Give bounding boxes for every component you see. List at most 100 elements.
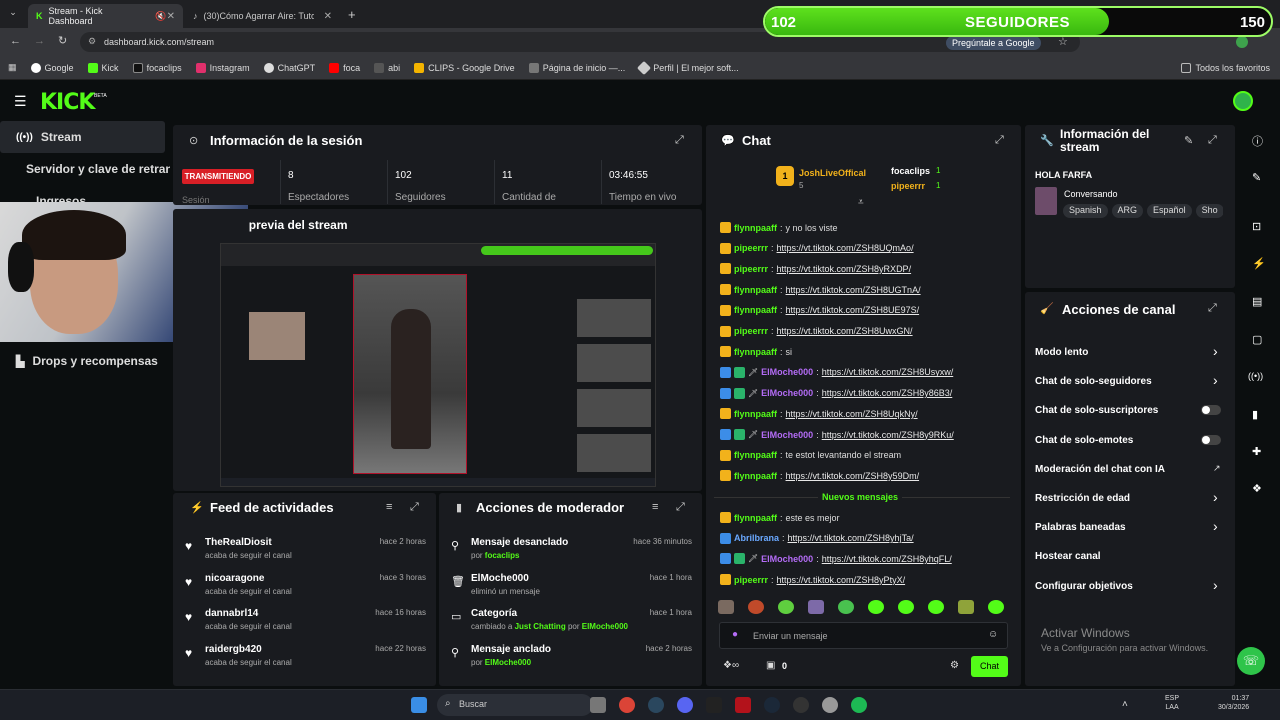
emoji-icon[interactable]: ☺	[988, 629, 998, 640]
back-icon[interactable]: ←	[10, 35, 21, 47]
tag-chip[interactable]: Spanish	[1063, 204, 1108, 218]
bookmark-clips-drive[interactable]: CLIPS - Google Drive	[414, 62, 515, 73]
profile-avatar[interactable]	[1236, 36, 1248, 48]
user-avatar[interactable]	[1233, 91, 1253, 111]
bolt-tool-icon[interactable]: ⚡	[1252, 257, 1266, 270]
chat-username[interactable]: ElMoche000	[761, 388, 813, 398]
mute-icon[interactable]: 🔇	[155, 11, 166, 22]
app-icon[interactable]	[735, 697, 751, 713]
chat-link[interactable]: https://vt.tiktok.com/ZSH8yPtyX/	[777, 575, 906, 585]
new-tab-button[interactable]: +	[348, 7, 356, 22]
all-favorites[interactable]: Todos los favoritos	[1181, 62, 1270, 73]
chat-link[interactable]: https://vt.tiktok.com/ZSH8y59Dm/	[786, 471, 920, 481]
emote-icon[interactable]	[748, 600, 764, 614]
chat-username[interactable]: flynnpaaff	[734, 409, 777, 419]
file-explorer-icon[interactable]	[590, 697, 606, 713]
obs-icon[interactable]	[793, 697, 809, 713]
bookmark-inicio[interactable]: Página de inicio —...	[528, 62, 625, 73]
reload-icon[interactable]: ↻	[58, 34, 67, 47]
menu-icon[interactable]: ☰	[14, 93, 27, 110]
steam-icon[interactable]	[648, 697, 664, 713]
tag-chip[interactable]: Sho	[1195, 204, 1223, 218]
expand-icon[interactable]: ⤢	[1208, 302, 1217, 315]
keyboard-lang[interactable]: ESP LAA	[1165, 694, 1179, 712]
broadcast-tool-icon[interactable]: ((•))	[1248, 371, 1263, 381]
bookmark-instagram[interactable]: Instagram	[195, 62, 250, 73]
crop-icon[interactable]: ⊡	[1252, 220, 1261, 233]
bookmark-abi[interactable]: abi	[374, 62, 400, 73]
channel-action-item[interactable]: Chat de solo-seguidores ›	[1035, 372, 1225, 392]
chat-username[interactable]: ElMoche000	[761, 430, 813, 440]
chat-username[interactable]: flynnpaaff	[734, 513, 777, 523]
log-tool-icon[interactable]: ▮	[1252, 408, 1258, 421]
stream-preview-video[interactable]	[220, 243, 656, 487]
chat-link[interactable]: https://vt.tiktok.com/ZSH8yhqFL/	[822, 554, 952, 564]
apps-grid-icon[interactable]: ▦	[8, 62, 17, 73]
chat-username[interactable]: ElMoche000	[761, 554, 813, 564]
chat-link[interactable]: https://vt.tiktok.com/ZSH8UGTnA/	[786, 285, 921, 295]
expand-icon[interactable]: ⤢	[676, 501, 685, 514]
chat-send-button[interactable]: Chat	[971, 656, 1008, 677]
chat-collapse-icon[interactable]: ⩡	[858, 197, 864, 208]
emote-icon[interactable]	[988, 600, 1004, 614]
chat-link[interactable]: https://vt.tiktok.com/ZSH8y86B3/	[822, 388, 953, 398]
filter-icon[interactable]: ≡	[652, 501, 658, 513]
bookmark-google[interactable]: Google	[30, 62, 74, 73]
chat-tool-icon[interactable]: ▢	[1252, 333, 1262, 346]
feed-item[interactable]: ♥ dannabrl14 acaba de seguir el canal ha…	[185, 608, 426, 638]
bookmark-chatgpt[interactable]: ChatGPT	[263, 62, 315, 73]
channel-action-item[interactable]: Modo lento ›	[1035, 343, 1225, 363]
expand-icon[interactable]: ⤢	[675, 134, 684, 147]
chat-settings-icon[interactable]: ⚙	[950, 660, 959, 671]
clock[interactable]: 01:37 30/3/2026	[1218, 694, 1249, 712]
emote-icon[interactable]	[808, 600, 824, 614]
chat-link[interactable]: https://vt.tiktok.com/ZSH8Usyxw/	[822, 367, 954, 377]
forward-icon[interactable]: →	[34, 35, 45, 47]
discord-icon[interactable]	[677, 697, 693, 713]
chat-username[interactable]: pipeerrr	[734, 575, 768, 585]
mod-action-item[interactable]: ▭ Categoría cambiado a Just Chatting por…	[451, 608, 692, 638]
mod-action-item[interactable]: 🗑 ElMoche000 eliminó un mensaje hace 1 h…	[451, 573, 692, 603]
points-tool-icon[interactable]: ❖	[1252, 482, 1262, 495]
gift-icon[interactable]: ▣	[766, 660, 775, 671]
tag-chip[interactable]: Español	[1147, 204, 1192, 218]
chrome-icon[interactable]	[619, 697, 635, 713]
points-icon[interactable]: ❖∞	[723, 660, 739, 671]
chat-username[interactable]: flynnpaaff	[734, 347, 777, 357]
chatgpt-taskbar-icon[interactable]	[822, 697, 838, 713]
chat-link[interactable]: https://vt.tiktok.com/ZSH8yhjTa/	[788, 533, 914, 543]
chat-link[interactable]: https://vt.tiktok.com/ZSH8yRXDP/	[777, 264, 912, 274]
edit-icon[interactable]: ✎	[1184, 134, 1193, 147]
capcut-icon[interactable]	[706, 697, 722, 713]
emote-icon[interactable]	[928, 600, 944, 614]
channel-action-item[interactable]: Configurar objetivos ›	[1035, 577, 1225, 597]
tab-kick-dashboard[interactable]: K Stream - Kick Dashboard 🔇 ✕	[28, 4, 183, 28]
chat-username[interactable]: flynnpaaff	[734, 471, 777, 481]
channel-action-item[interactable]: Moderación del chat con IA ↗	[1035, 462, 1225, 480]
tab-tutorial[interactable]: ♪ (30)Cómo Agarrar Aire: Tutorial ✕	[185, 4, 340, 28]
emote-icon[interactable]	[718, 600, 734, 614]
chat-username[interactable]: flynnpaaff	[734, 285, 777, 295]
site-info-icon[interactable]: ⚙	[88, 36, 96, 47]
expand-icon[interactable]: ⤢	[1208, 134, 1217, 147]
close-tab-icon[interactable]: ✕	[167, 11, 175, 22]
taskbar-search[interactable]: ⌕ Buscar	[437, 694, 593, 716]
sidebar-item-server-key[interactable]: Servidor y clave de retransmisión	[0, 153, 170, 185]
emote-icon[interactable]	[778, 600, 794, 614]
chat-input[interactable]: ● Enviar un mensaje ☺	[719, 622, 1008, 649]
chat-username[interactable]: Abrilbrana	[734, 533, 779, 543]
chat-username[interactable]: pipeerrr	[734, 326, 768, 336]
tray-chevron-icon[interactable]: ˄	[1122, 699, 1128, 710]
tag-chip[interactable]: ARG	[1111, 204, 1144, 218]
chat-username[interactable]: pipeerrr	[734, 243, 768, 253]
emote-icon[interactable]	[838, 600, 854, 614]
help-button[interactable]: ☏	[1237, 647, 1265, 675]
ask-google-chip[interactable]: Pregúntale a Google	[946, 36, 1041, 50]
bookmark-focaclips[interactable]: focaclips	[132, 62, 182, 73]
pencil-icon[interactable]: ✎	[1252, 171, 1261, 184]
wrench-tool-icon[interactable]: ✚	[1252, 445, 1261, 458]
kick-logo[interactable]: KICK	[40, 90, 95, 115]
chat-link[interactable]: https://vt.tiktok.com/ZSH8UE97S/	[786, 305, 920, 315]
channel-action-item[interactable]: Hostear canal	[1035, 549, 1225, 567]
chat-link[interactable]: https://vt.tiktok.com/ZSH8UwxGN/	[777, 326, 913, 336]
